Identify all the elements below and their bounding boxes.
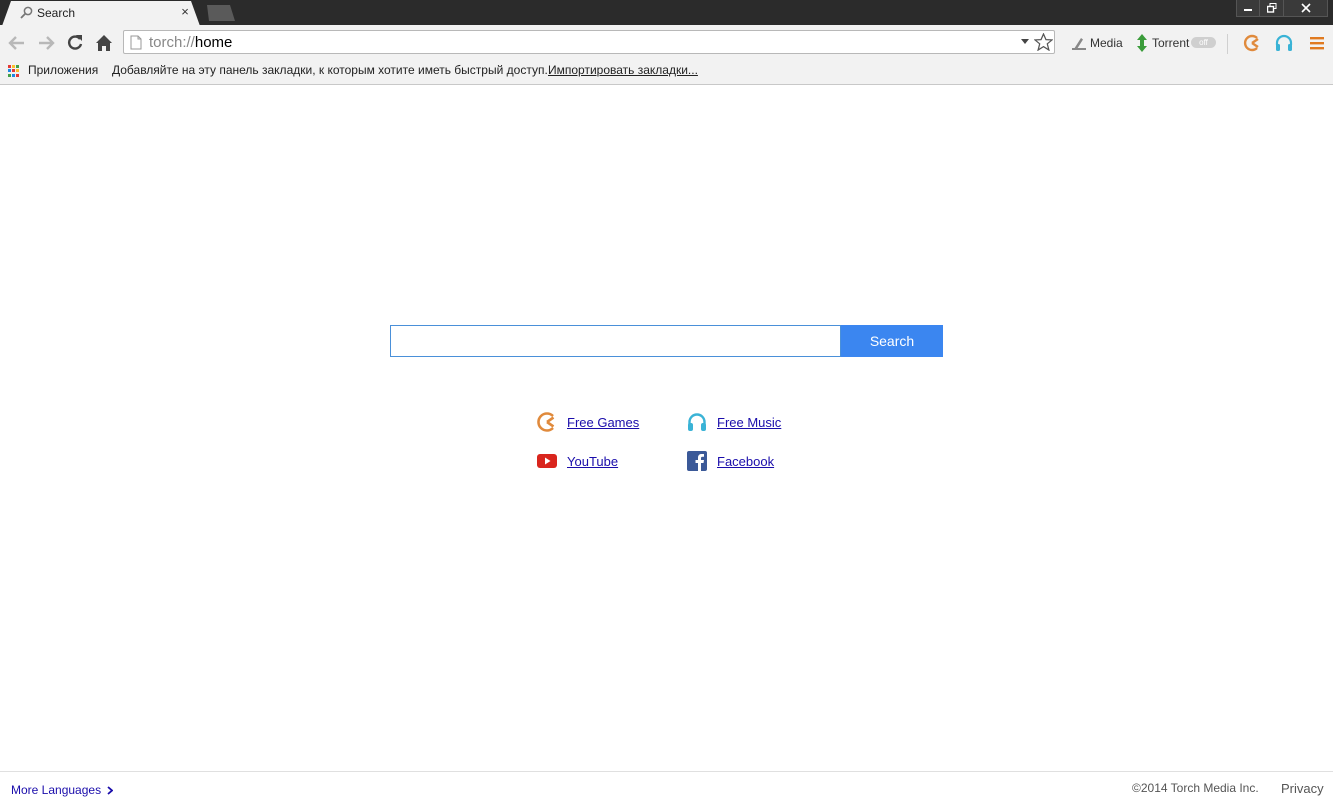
headphones-icon xyxy=(686,411,708,433)
quick-link-facebook[interactable]: Facebook xyxy=(686,450,774,472)
import-bookmarks-link[interactable]: Импортировать закладки... xyxy=(548,63,698,77)
chevron-right-icon xyxy=(107,785,114,795)
facebook-icon xyxy=(686,450,708,472)
url-text[interactable]: torch://home xyxy=(149,34,232,51)
new-tab-button[interactable] xyxy=(207,5,235,21)
quick-link-youtube[interactable]: YouTube xyxy=(536,450,618,472)
close-icon xyxy=(1300,3,1311,13)
free-games-link[interactable]: Free Games xyxy=(567,415,639,430)
torrent-label: Torrent xyxy=(1152,36,1190,50)
reload-icon xyxy=(68,35,83,50)
back-button[interactable] xyxy=(7,33,27,53)
bookmark-star-icon[interactable] xyxy=(1034,33,1053,51)
restore-button[interactable] xyxy=(1260,0,1284,17)
restore-icon xyxy=(1266,3,1276,13)
hamburger-menu-icon xyxy=(1310,37,1324,50)
tab-close-icon[interactable]: × xyxy=(178,5,192,19)
torrent-toggle[interactable]: off xyxy=(1191,37,1216,48)
home-icon xyxy=(96,35,112,51)
url-scheme: torch:// xyxy=(149,34,195,51)
minimize-icon xyxy=(1244,9,1252,11)
close-window-button[interactable] xyxy=(1284,0,1328,17)
arrow-left-icon xyxy=(8,36,24,50)
apps-bookmark[interactable]: Приложения xyxy=(28,63,98,77)
bookmarks-bar: Приложения Добавляйте на эту панель закл… xyxy=(0,60,1333,85)
torrent-icon xyxy=(1137,34,1147,52)
url-path: home xyxy=(194,34,233,51)
arrow-right-icon xyxy=(39,36,55,50)
apps-grid-icon[interactable] xyxy=(8,65,20,77)
torch-games-icon xyxy=(1243,34,1259,52)
torch-games-button[interactable] xyxy=(1242,33,1262,53)
address-bar[interactable]: torch://home xyxy=(123,30,1055,54)
toolbar-divider xyxy=(1227,34,1228,54)
tab-title: Search xyxy=(37,6,76,20)
chevron-down-icon[interactable] xyxy=(1021,39,1029,45)
more-languages-link[interactable]: More Languages xyxy=(11,783,114,797)
reload-button[interactable] xyxy=(65,33,85,53)
more-languages-label: More Languages xyxy=(11,783,102,797)
youtube-link[interactable]: YouTube xyxy=(567,454,618,469)
quick-link-music[interactable]: Free Music xyxy=(686,411,781,433)
window-controls xyxy=(1236,0,1328,18)
copyright-text: ©2014 Torch Media Inc. xyxy=(1132,781,1259,795)
media-icon xyxy=(1072,38,1086,50)
torrent-extension-button[interactable]: Torrent xyxy=(1136,33,1189,53)
free-music-link[interactable]: Free Music xyxy=(717,415,781,430)
headphones-icon xyxy=(1275,34,1293,51)
youtube-icon xyxy=(536,450,558,472)
quick-link-games[interactable]: Free Games xyxy=(536,411,639,433)
tab-search[interactable]: Search × xyxy=(2,1,200,26)
search-input[interactable] xyxy=(390,325,841,357)
games-icon xyxy=(536,411,558,433)
privacy-link[interactable]: Privacy xyxy=(1281,781,1324,796)
minimize-button[interactable] xyxy=(1236,0,1260,17)
browser-toolbar: torch://home Media Torrent off xyxy=(0,25,1333,60)
menu-button[interactable] xyxy=(1307,33,1327,53)
bookmarks-hint: Добавляйте на эту панель закладки, к кот… xyxy=(112,63,548,77)
page-footer: More Languages ©2014 Torch Media Inc. Pr… xyxy=(0,771,1333,804)
torch-music-button[interactable] xyxy=(1274,33,1294,53)
search-button[interactable]: Search xyxy=(841,325,943,357)
page-icon xyxy=(130,35,142,50)
media-label: Media xyxy=(1090,36,1123,50)
search-icon xyxy=(20,6,33,19)
home-button[interactable] xyxy=(94,33,114,53)
title-bar: Search × xyxy=(0,0,1333,26)
facebook-link[interactable]: Facebook xyxy=(717,454,774,469)
forward-button[interactable] xyxy=(36,33,56,53)
media-extension-button[interactable]: Media xyxy=(1071,33,1123,53)
